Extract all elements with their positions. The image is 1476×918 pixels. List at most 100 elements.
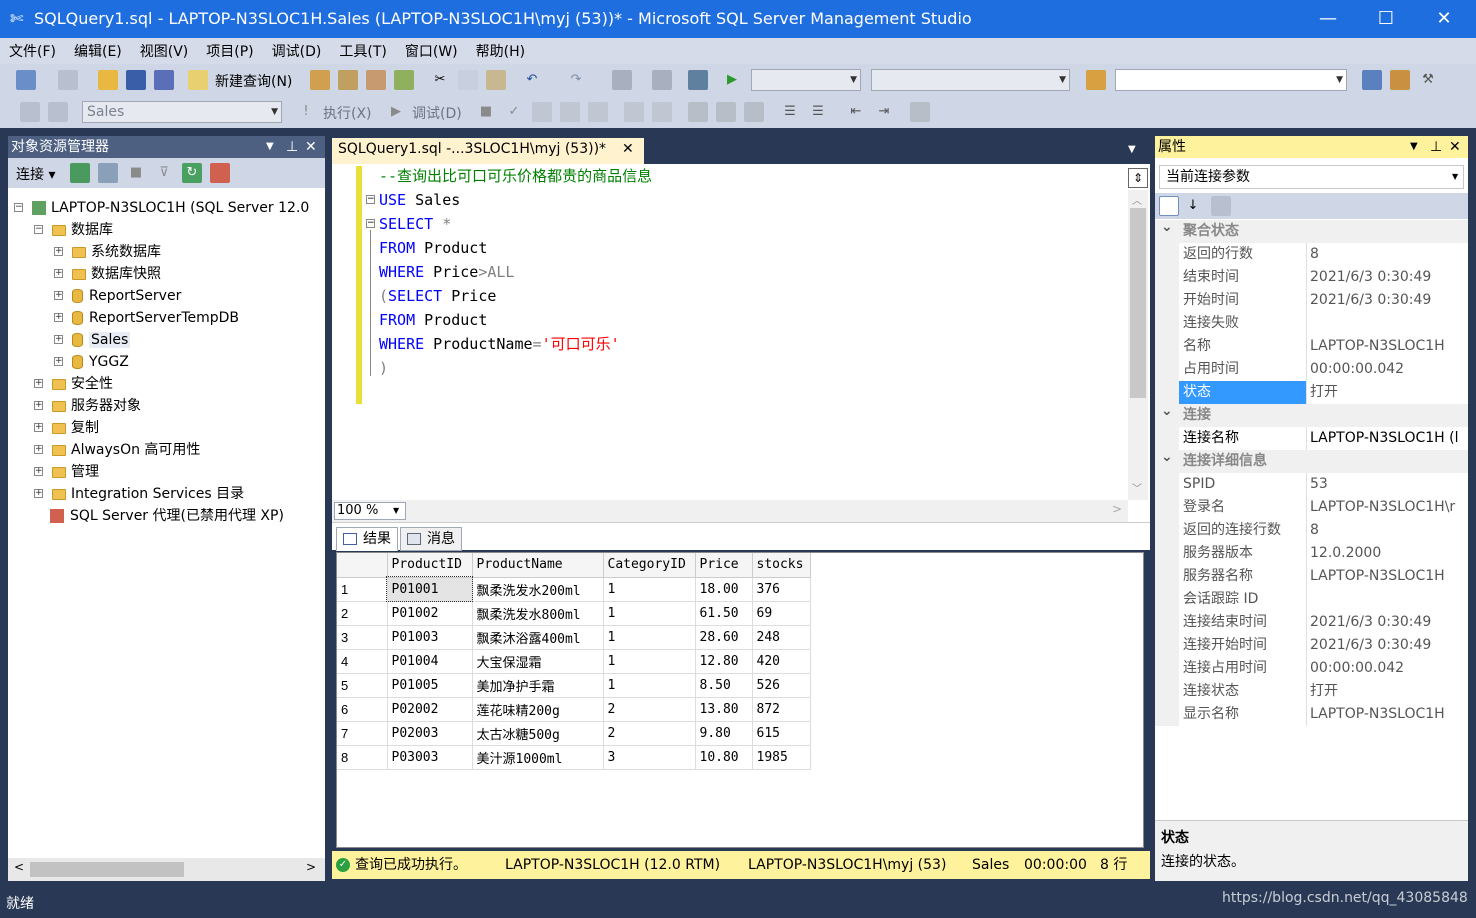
save-all-icon[interactable] (154, 70, 174, 90)
tree-server-objects[interactable]: + 服务器对象 (34, 395, 141, 417)
solution-platform-select[interactable]: ▼ (871, 69, 1070, 91)
table-cell[interactable]: 1985 (752, 745, 811, 770)
scroll-thumb[interactable] (30, 862, 184, 877)
table-cell[interactable]: 3 (603, 745, 696, 770)
table-cell[interactable]: 420 (752, 649, 811, 674)
table-cell[interactable]: 1 (603, 625, 696, 650)
results-text-icon[interactable] (688, 102, 708, 122)
collapse-icon[interactable]: − (14, 203, 23, 212)
property-row[interactable]: 登录名 LAPTOP-N3SLOC1H\r (1155, 496, 1468, 519)
table-cell[interactable]: 615 (752, 721, 811, 746)
property-row[interactable]: 服务器名称 LAPTOP-N3SLOC1H (1155, 565, 1468, 588)
connect-icon[interactable] (20, 102, 40, 122)
property-row[interactable]: 连接开始时间 2021/6/3 0:30:49 (1155, 634, 1468, 657)
close-button[interactable]: ✕ (1415, 0, 1473, 38)
refresh-icon[interactable]: ↻ (182, 163, 202, 183)
tree-integration-services[interactable]: + Integration Services 目录 (34, 483, 244, 505)
collapse-icon[interactable]: − (34, 225, 43, 234)
expand-icon[interactable]: + (54, 357, 63, 366)
connect-object-icon[interactable] (70, 163, 90, 183)
tab-dropdown-icon[interactable]: ▼ (1128, 144, 1136, 155)
property-row[interactable]: 结束时间 2021/6/3 0:30:49 (1155, 266, 1468, 289)
tree-security[interactable]: + 安全性 (34, 373, 113, 395)
debug-icon[interactable]: ▶ (386, 102, 406, 122)
expand-icon[interactable]: + (34, 423, 43, 432)
property-pages-icon[interactable] (1211, 196, 1231, 216)
table-cell[interactable]: 1 (603, 673, 696, 698)
table-cell[interactable]: 10.80 (695, 745, 753, 770)
column-header[interactable]: ProductID (387, 553, 473, 578)
table-cell[interactable]: P01003 (387, 625, 473, 650)
table-cell[interactable]: 872 (752, 697, 811, 722)
property-row[interactable]: SPID 53 (1155, 473, 1468, 496)
decrease-indent-icon[interactable]: ⇤ (846, 102, 866, 122)
menu-file[interactable]: 文件(F) (0, 38, 65, 61)
property-row[interactable]: 会话跟踪 ID (1155, 588, 1468, 611)
horizontal-scrollbar[interactable]: < > (8, 858, 325, 881)
tree-yggz[interactable]: + YGGZ (54, 351, 129, 373)
tree-reportserver[interactable]: + ReportServer (54, 285, 181, 307)
table-cell[interactable]: 飘柔洗发水200ml (472, 577, 604, 602)
execute-button[interactable]: 执行(X) (323, 103, 372, 123)
property-row[interactable]: 占用时间 00:00:00.042 (1155, 358, 1468, 381)
scroll-left-icon[interactable]: < (14, 860, 24, 874)
disconnect-icon[interactable] (98, 163, 118, 183)
property-row[interactable]: 连接状态 打开 (1155, 680, 1468, 703)
column-header[interactable]: CategoryID (603, 553, 696, 578)
vertical-scrollbar[interactable]: ︿ ﹀ (1128, 190, 1148, 500)
expand-icon[interactable]: + (34, 401, 43, 410)
connect-button[interactable]: 连接 ▾ (16, 164, 55, 184)
table-cell[interactable]: 美加净护手霜 (472, 673, 604, 698)
expand-icon[interactable]: + (54, 313, 63, 322)
tree-databases[interactable]: − 数据库 (34, 219, 113, 241)
table-row[interactable]: 1 P01001 飘柔洗发水200ml 1 18.00 376 (337, 576, 811, 602)
table-row[interactable]: 8 P03003 美汁源1000ml 3 10.80 1985 (337, 745, 811, 770)
table-cell[interactable]: 飘柔沐浴露400ml (472, 625, 604, 650)
expand-icon[interactable]: + (54, 291, 63, 300)
new-query-button[interactable]: 新建查询(N) (215, 71, 292, 91)
find-in-files-icon[interactable] (1086, 70, 1106, 90)
cancel-query-icon[interactable]: ■ (476, 102, 496, 122)
table-cell[interactable]: P01002 (387, 601, 473, 626)
collapse-use-icon[interactable]: − (366, 195, 375, 204)
pin-icon[interactable]: ⊥ (286, 136, 298, 158)
property-row[interactable]: 显示名称 LAPTOP-N3SLOC1H (1155, 703, 1468, 726)
redo-icon[interactable]: ↷ (566, 70, 586, 90)
table-row[interactable]: 6 P02002 莲花味精200g 2 13.80 872 (337, 697, 811, 722)
new-item-icon[interactable] (58, 70, 78, 90)
table-cell[interactable]: 69 (752, 601, 811, 626)
menu-tools[interactable]: 工具(T) (330, 38, 395, 61)
table-cell[interactable]: 9.80 (695, 721, 753, 746)
intellisense-icon[interactable] (624, 102, 644, 122)
tree-management[interactable]: + 管理 (34, 461, 99, 483)
table-cell[interactable]: 美汁源1000ml (472, 745, 604, 770)
increase-indent-icon[interactable]: ⇥ (874, 102, 894, 122)
stop-icon[interactable]: ■ (126, 163, 146, 183)
table-row[interactable]: 3 P01003 飘柔沐浴露400ml 1 28.60 248 (337, 625, 811, 650)
maximize-button[interactable]: ☐ (1357, 0, 1415, 38)
menu-window[interactable]: 窗口(W) (396, 38, 467, 61)
categorized-icon[interactable] (1159, 196, 1179, 216)
comment-icon[interactable]: ☰ (780, 102, 800, 122)
alphabetical-icon[interactable]: ↓ (1183, 196, 1203, 216)
table-cell[interactable]: 28.60 (695, 625, 753, 650)
property-row[interactable]: 连接结束时间 2021/6/3 0:30:49 (1155, 611, 1468, 634)
panel-close-icon[interactable]: ✕ (305, 136, 317, 158)
table-cell[interactable]: 太古冰糖500g (472, 721, 604, 746)
table-cell[interactable]: P03003 (387, 745, 473, 770)
tab-messages[interactable]: 消息 (400, 527, 462, 551)
execute-icon[interactable]: ! (296, 102, 316, 122)
table-row[interactable]: 7 P02003 太古冰糖500g 2 9.80 615 (337, 721, 811, 746)
menu-help[interactable]: 帮助(H) (467, 38, 534, 61)
find-combo[interactable]: ▼ (1115, 69, 1347, 91)
property-row[interactable]: 开始时间 2021/6/3 0:30:49 (1155, 289, 1468, 312)
panel-close-icon[interactable]: ✕ (1449, 136, 1461, 158)
table-cell[interactable]: 1 (603, 649, 696, 674)
table-cell[interactable]: 2 (603, 697, 696, 722)
chevron-down-icon[interactable]: ⌄ (1161, 446, 1173, 469)
tab-close-icon[interactable]: ✕ (622, 141, 634, 157)
table-cell[interactable]: 飘柔洗发水800ml (472, 601, 604, 626)
specify-values-icon[interactable] (910, 102, 930, 122)
tree-db-snapshots[interactable]: + 数据库快照 (54, 263, 161, 285)
navigate-back-icon[interactable] (612, 70, 632, 90)
